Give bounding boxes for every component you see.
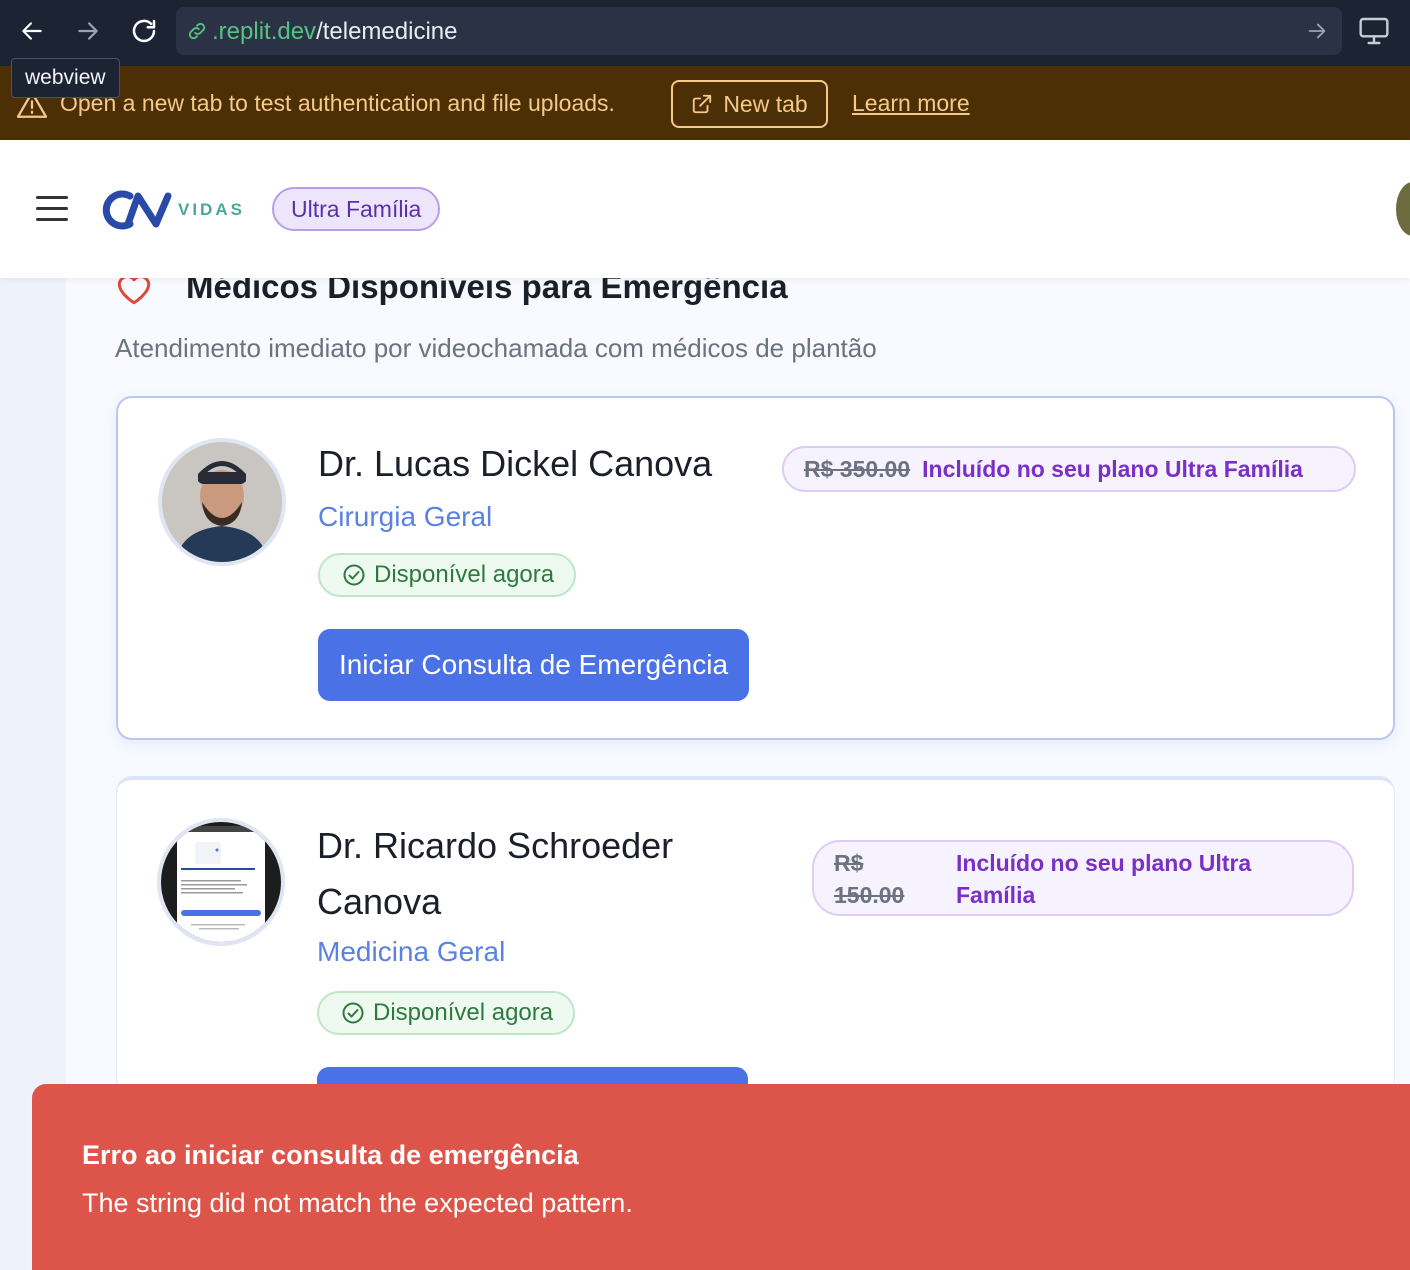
warning-message: Open a new tab to test authentication an… <box>60 90 615 116</box>
left-sidebar-strip <box>0 278 66 1158</box>
url-text: .replit.dev/telemedicine <box>212 18 457 46</box>
price-badge: R$ 350.00 Incluído no seu plano Ultra Fa… <box>782 446 1356 492</box>
price-badge: R$ 150.00 Incluído no seu plano Ultra Fa… <box>812 840 1354 916</box>
url-bar[interactable]: .replit.dev/telemedicine <box>176 7 1342 55</box>
doctor-specialty: Medicina Geral <box>317 936 506 967</box>
browser-toolbar: .replit.dev/telemedicine <box>0 0 1410 66</box>
reload-button[interactable] <box>126 13 162 49</box>
link-icon <box>188 22 206 40</box>
learn-more-link[interactable]: Learn more <box>852 90 970 117</box>
doctor-name-line-2: Canova <box>317 881 442 922</box>
user-avatar[interactable] <box>1396 182 1410 236</box>
reload-icon <box>132 19 156 43</box>
logo-subtitle: VIDAS <box>178 200 245 219</box>
url-domain: .replit.dev <box>212 18 317 45</box>
check-circle-icon <box>343 564 365 586</box>
external-link-icon <box>693 94 712 114</box>
menu-icon[interactable] <box>36 196 68 222</box>
forward-button[interactable] <box>70 13 106 49</box>
go-arrow-icon[interactable] <box>1306 20 1328 42</box>
webview-tooltip: webview <box>11 58 120 98</box>
back-arrow-icon <box>22 22 42 40</box>
toast-message: The string did not match the expected pa… <box>82 1188 633 1218</box>
url-path: /telemedicine <box>316 18 458 45</box>
availability-badge: Disponível agora <box>317 991 576 1035</box>
doctor-card: Dr. Lucas Dickel Canova Cirurgia Geral D… <box>116 396 1395 740</box>
new-tab-button[interactable]: New tab <box>671 80 828 128</box>
section-subtitle: Atendimento imediato por videochamada co… <box>115 333 877 363</box>
back-button[interactable] <box>14 13 50 49</box>
included-text-line-2: Família <box>956 882 1036 908</box>
doctor-name-line-1: Dr. Ricardo Schroeder <box>317 825 674 866</box>
availability-text: Disponível agora <box>374 561 555 588</box>
doctor-card: Dr. Ricardo Schroeder Canova Medicina Ge… <box>116 776 1395 1139</box>
forward-arrow-icon <box>78 22 98 40</box>
doctor-photo <box>157 818 285 946</box>
doctor-specialty: Cirurgia Geral <box>318 501 493 532</box>
plan-badge: Ultra Família <box>272 187 441 231</box>
old-price-currency: R$ <box>834 850 864 876</box>
old-price-value: 150.00 <box>834 882 905 908</box>
new-tab-label: New tab <box>723 90 808 117</box>
doctor-name: Dr. Lucas Dickel Canova <box>318 443 713 484</box>
availability-badge: Disponível agora <box>318 553 577 597</box>
doctor-photo <box>158 438 286 566</box>
included-text-line-1: Incluído no seu plano Ultra <box>956 850 1252 876</box>
app-header: VIDAS Ultra Família <box>0 140 1410 278</box>
included-text: Incluído no seu plano Ultra Família <box>922 455 1303 482</box>
toast-title: Erro ao iniciar consulta de emergência <box>82 1140 579 1170</box>
start-emergency-consult-button[interactable]: Iniciar Consulta de Emergência <box>318 629 749 701</box>
cn-vidas-logo[interactable] <box>98 190 174 230</box>
error-toast[interactable]: Erro ao iniciar consulta de emergência T… <box>32 1084 1410 1270</box>
availability-text: Disponível agora <box>373 999 554 1026</box>
warning-banner: Open a new tab to test authentication an… <box>0 66 1410 140</box>
check-circle-icon <box>342 1002 364 1024</box>
old-price: R$ 350.00 <box>804 455 911 482</box>
device-preview-icon[interactable] <box>1358 16 1390 46</box>
